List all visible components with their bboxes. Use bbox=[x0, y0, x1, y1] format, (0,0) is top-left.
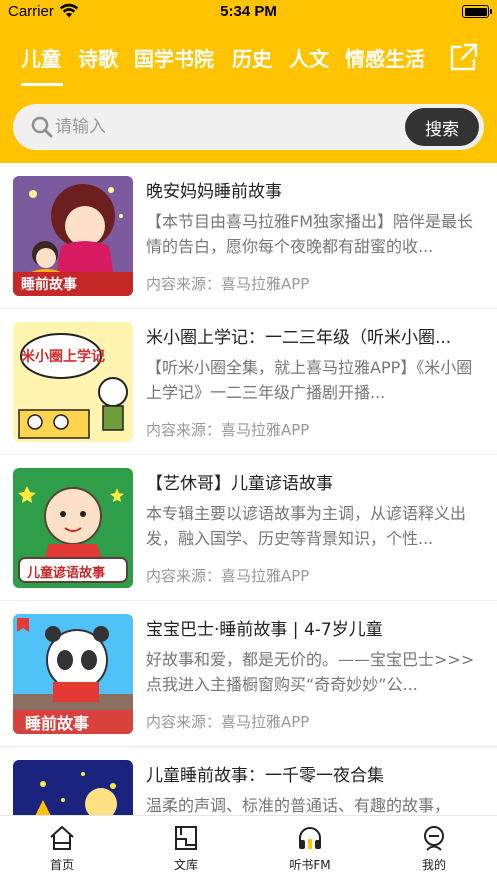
story-list: 睡前故事 晚安妈妈睡前故事 【本节目由喜马拉雅FM独家播出】陪伴是最长情的告白，… bbox=[0, 163, 497, 815]
tab-emotion[interactable]: 情感生活 bbox=[345, 43, 425, 72]
list-item[interactable]: 儿童谚语故事 【艺休哥】儿童谚语故事 本专辑主要以谚语故事为主调，从谚语释义出发… bbox=[0, 455, 497, 601]
search-bar: 搜索 bbox=[13, 104, 484, 150]
cover-image bbox=[13, 760, 133, 815]
cover-badge: 儿童谚语故事 bbox=[27, 566, 106, 581]
cover-badge: 睡前故事 bbox=[25, 714, 90, 733]
item-description: 本专辑主要以谚语故事为主调，从谚语释义出发，融入国学、历史等背景知识，个性... bbox=[146, 504, 467, 548]
tab-guoxue[interactable]: 国学书院 bbox=[134, 43, 214, 72]
list-item[interactable]: 睡前故事 宝宝巴士·睡前故事 | 4-7岁儿童 好故事和爱，都是无价的。——宝宝… bbox=[0, 601, 497, 747]
headphones-icon bbox=[299, 827, 321, 849]
clock: 5:34 PM bbox=[220, 3, 277, 20]
item-source: 内容来源：喜马拉雅APP bbox=[146, 421, 310, 439]
profile-icon bbox=[424, 826, 444, 851]
list-item[interactable]: 儿童睡前故事：一千零一夜合集 温柔的声调、标准的普通话、有趣的故事， bbox=[0, 747, 497, 815]
tab-profile-label: 我的 bbox=[421, 858, 446, 872]
cover-image: 米小圈上学记 bbox=[13, 322, 133, 442]
item-source: 内容来源：喜马拉雅APP bbox=[146, 567, 310, 585]
item-title: 米小圈上学记：一二三年级（听米小圈... bbox=[146, 328, 452, 348]
cover-image: 睡前故事 bbox=[13, 176, 133, 296]
cover-badge: 米小圈上学记 bbox=[21, 349, 105, 365]
tab-poetry[interactable]: 诗歌 bbox=[78, 43, 118, 72]
tab-library[interactable]: 文库 bbox=[124, 816, 248, 883]
list-item[interactable]: 米小圈上学记 米小圈上学记：一二三年级（听米小圈... 【听米小圈全集，就上喜马… bbox=[0, 309, 497, 455]
tab-home-label: 首页 bbox=[49, 858, 74, 872]
item-title: 儿童睡前故事：一千零一夜合集 bbox=[146, 766, 384, 786]
item-title: 宝宝巴士·睡前故事 | 4-7岁儿童 bbox=[146, 620, 383, 640]
item-description: 【本节目由喜马拉雅FM独家播出】陪伴是最长情的告白，愿你每个夜晚都有甜蜜的收..… bbox=[146, 212, 474, 256]
item-title: 晚安妈妈睡前故事 bbox=[146, 182, 282, 202]
search-icon bbox=[31, 116, 53, 138]
tab-audio-fm-label: 听书FM bbox=[289, 858, 331, 872]
library-icon bbox=[175, 826, 197, 850]
item-title: 【艺休哥】儿童谚语故事 bbox=[146, 474, 333, 494]
search-input[interactable] bbox=[55, 104, 395, 150]
battery-icon bbox=[462, 5, 492, 18]
cover-badge: 睡前故事 bbox=[21, 277, 77, 293]
bottom-tab-bar: 首页 文库 听书FM 我的 bbox=[0, 815, 497, 883]
category-tabs: 儿童 诗歌 国学书院 历史 人文 情感生活 bbox=[0, 38, 430, 88]
cover-image: 睡前故事 bbox=[13, 614, 133, 734]
tab-children[interactable]: 儿童 bbox=[21, 43, 61, 72]
share-icon[interactable] bbox=[449, 42, 479, 72]
item-description: 温柔的声调、标准的普通话、有趣的故事， bbox=[146, 796, 451, 815]
header: Carrier 5:34 PM 儿童 诗歌 国学书院 历史 人文 情感生活 搜索 bbox=[0, 0, 497, 163]
tab-audio-fm[interactable]: 听书FM bbox=[248, 816, 372, 883]
item-description: 【听米小圈全集，就上喜马拉雅APP】《米小圈上学记》一二三年级广播剧开播... bbox=[146, 358, 473, 402]
tab-profile[interactable]: 我的 bbox=[372, 816, 496, 883]
tab-humanities[interactable]: 人文 bbox=[289, 43, 329, 72]
tab-history[interactable]: 历史 bbox=[232, 43, 272, 72]
tab-home[interactable]: 首页 bbox=[0, 816, 124, 883]
item-description: 好故事和爱，都是无价的。——宝宝巴士>>>点我进入主播橱窗购买“奇奇妙妙”公..… bbox=[146, 650, 475, 694]
active-tab-indicator bbox=[21, 83, 63, 86]
status-bar: Carrier 5:34 PM bbox=[0, 0, 497, 26]
cover-image: 儿童谚语故事 bbox=[13, 468, 133, 588]
tab-library-label: 文库 bbox=[173, 858, 198, 872]
list-item[interactable]: 睡前故事 晚安妈妈睡前故事 【本节目由喜马拉雅FM独家播出】陪伴是最长情的告白，… bbox=[0, 163, 497, 309]
item-source: 内容来源：喜马拉雅APP bbox=[146, 713, 310, 731]
item-source: 内容来源：喜马拉雅APP bbox=[146, 275, 310, 293]
search-button[interactable]: 搜索 bbox=[405, 108, 479, 146]
home-icon bbox=[50, 826, 74, 850]
